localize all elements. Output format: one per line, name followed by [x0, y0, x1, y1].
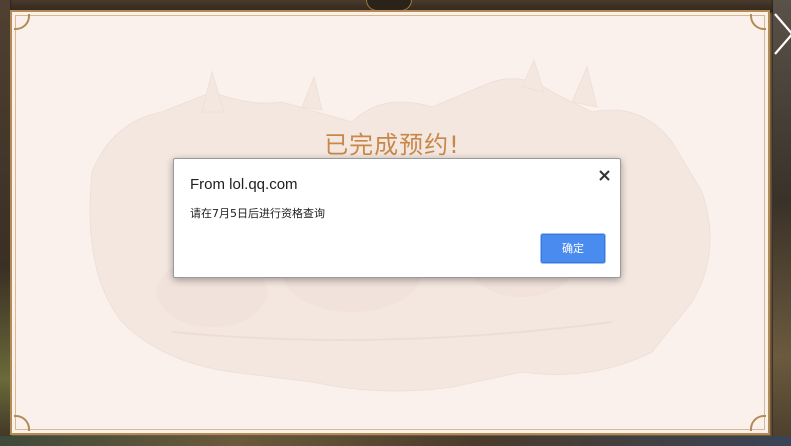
close-icon [599, 170, 610, 181]
backdrop-left-strip [0, 0, 10, 446]
backdrop-bottom-strip [0, 436, 791, 446]
panel-corner-ornament [14, 14, 30, 30]
close-icon [774, 13, 791, 55]
dialog-title: From lol.qq.com [190, 176, 298, 193]
panel-corner-ornament [750, 14, 766, 30]
reservation-complete-title: 已完成预约! [324, 131, 460, 159]
panel-corner-ornament [750, 415, 766, 431]
alert-dialog: From lol.qq.com 请在7月5日后进行资格查询 确定 [173, 158, 621, 278]
dialog-close-button[interactable] [597, 168, 613, 184]
backdrop-right-strip [773, 0, 791, 446]
panel-close-button[interactable] [772, 8, 791, 58]
panel-corner-ornament [14, 415, 30, 431]
ok-button[interactable]: 确定 [541, 234, 605, 263]
dialog-message: 请在7月5日后进行资格查询 [190, 207, 325, 220]
